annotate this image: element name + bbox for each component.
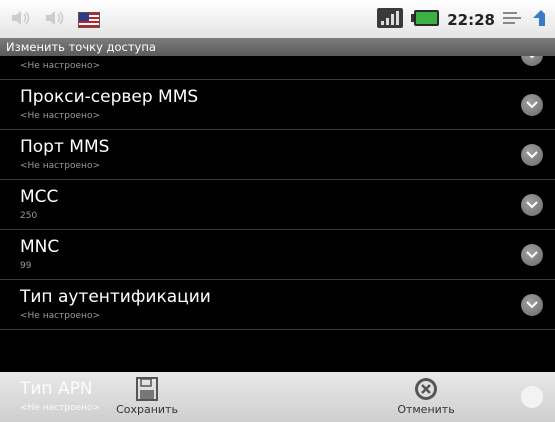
list-item-subtitle: <Не настроено> <box>20 403 100 413</box>
list-item-title: MNC <box>20 237 60 257</box>
page-title: Изменить точку доступа <box>0 38 555 56</box>
volume-icon <box>44 10 66 30</box>
list-item-subtitle: 99 <box>20 261 32 271</box>
list-item-subtitle: <Не настроено> <box>20 61 100 71</box>
save-label: Сохранить <box>116 403 178 416</box>
list-item-title: Прокси-сервер MMS <box>20 87 199 107</box>
cancel-label: Отменить <box>397 403 455 416</box>
chevron-down-icon <box>521 294 543 316</box>
volume-icon <box>10 10 32 30</box>
close-icon <box>415 378 437 400</box>
status-bar: 22:28 <box>0 0 555 38</box>
battery-icon <box>411 10 440 30</box>
save-button[interactable]: Сохранить <box>112 372 182 422</box>
list-item[interactable]: Прокси-сервер MMS <Не настроено> <box>0 80 555 130</box>
list-item-subtitle: <Не настроено> <box>20 111 100 121</box>
list-item-title: Тип аутентификации <box>20 287 211 307</box>
flag-icon <box>78 12 100 28</box>
chevron-down-icon <box>521 386 543 408</box>
list-item-subtitle: 250 <box>20 211 38 221</box>
list-item-subtitle: <Не настроено> <box>20 161 100 171</box>
list-item-title: MCC <box>20 187 59 207</box>
chevron-down-icon <box>521 56 543 66</box>
list-item-title: Тип APN <box>20 379 93 399</box>
list-item-subtitle: <Не настроено> <box>20 311 100 321</box>
back-icon[interactable] <box>529 8 549 32</box>
save-icon <box>136 377 158 401</box>
chevron-down-icon <box>521 94 543 116</box>
list-item[interactable]: Тип аутентификации <Не настроено> <box>0 280 555 330</box>
list-item-title: Порт MMS <box>20 137 110 157</box>
list-item[interactable]: MNC 99 <box>0 230 555 280</box>
settings-list: <Не настроено> Прокси-сервер MMS <Не нас… <box>0 56 555 372</box>
signal-icon <box>377 8 404 32</box>
cancel-button[interactable]: Отменить <box>386 372 466 422</box>
clock: 22:28 <box>447 11 495 29</box>
chevron-down-icon <box>521 244 543 266</box>
bottom-action-bar: Тип APN <Не настроено> Сохранить Отменит… <box>0 372 555 422</box>
menu-icon[interactable] <box>503 10 521 30</box>
list-item[interactable]: MCC 250 <box>0 180 555 230</box>
chevron-down-icon <box>521 144 543 166</box>
chevron-down-icon <box>521 194 543 216</box>
list-item[interactable]: <Не настроено> <box>0 56 555 80</box>
list-item[interactable]: Порт MMS <Не настроено> <box>0 130 555 180</box>
